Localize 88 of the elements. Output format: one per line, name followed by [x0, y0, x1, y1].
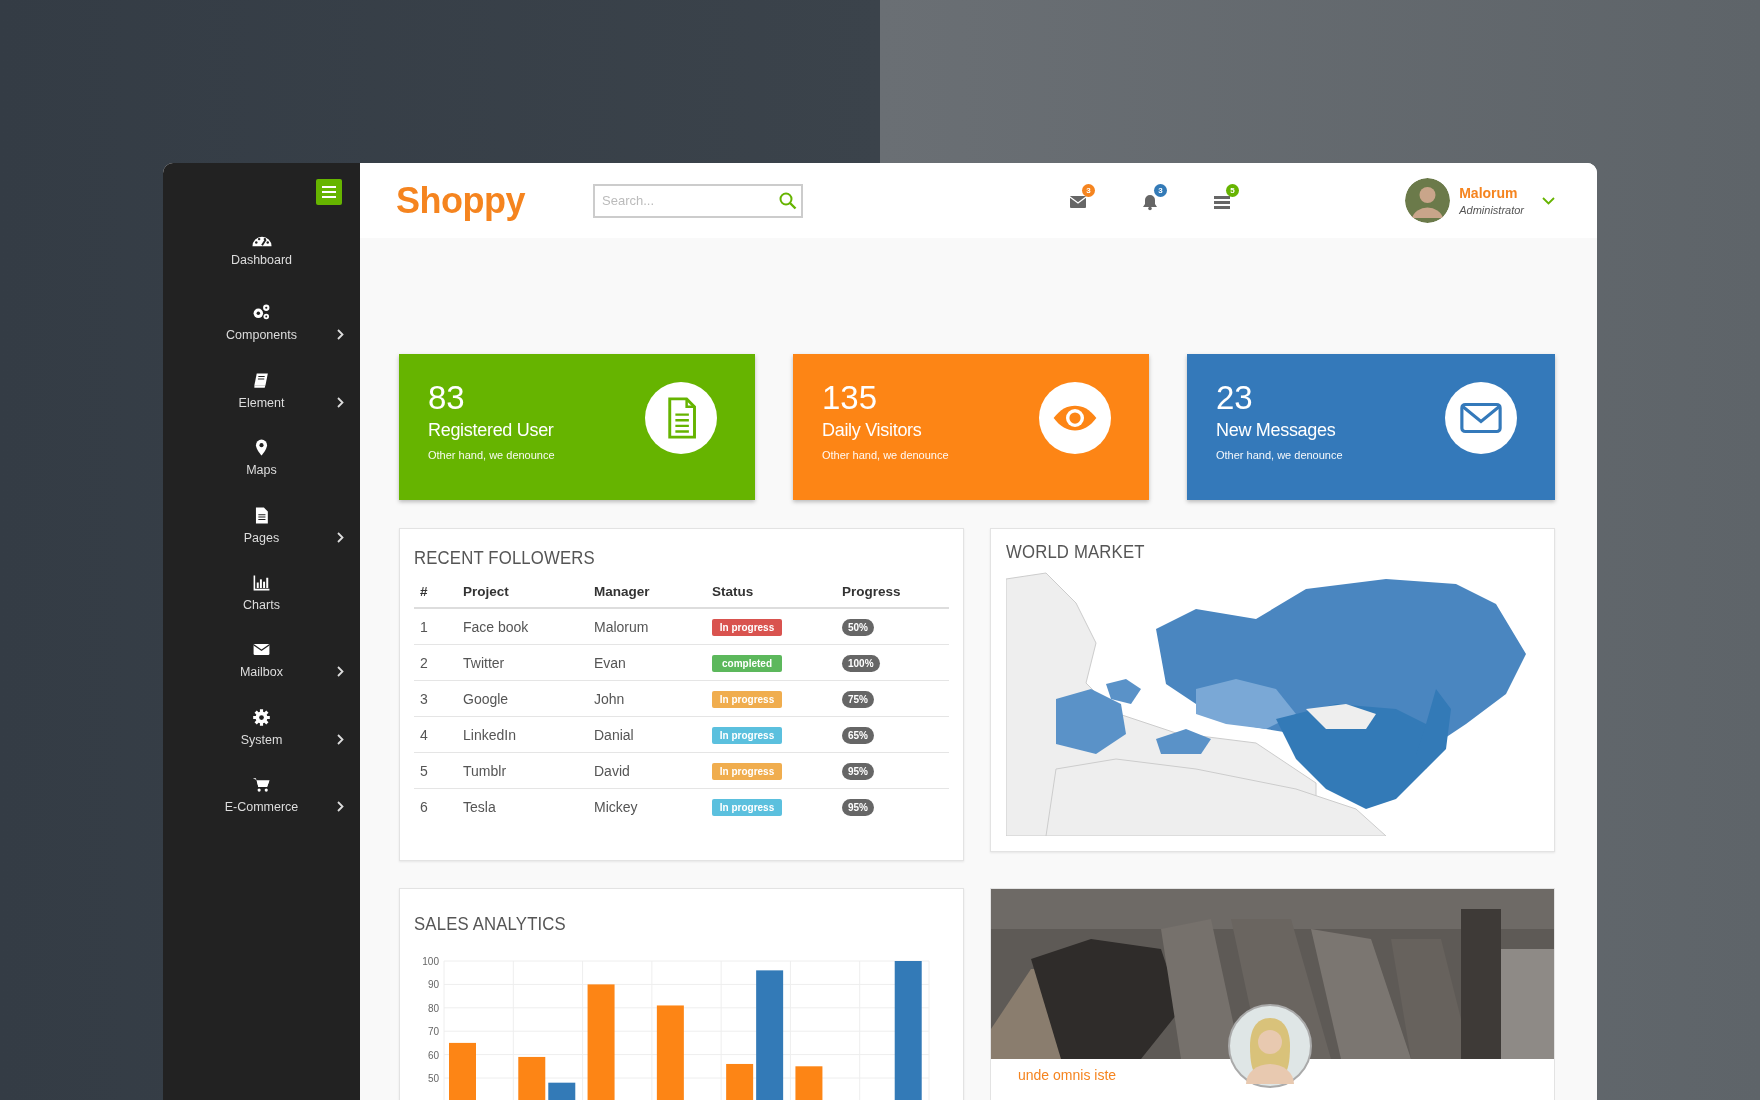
table-cell: Evan [594, 654, 626, 671]
axis-tick-label: 60 [427, 1049, 439, 1061]
list-icon [1213, 193, 1231, 211]
sidebar-item[interactable]: Components [163, 294, 360, 362]
table-cell: 2 [420, 654, 428, 671]
book-icon [252, 370, 271, 390]
user-name: Malorum [1459, 185, 1519, 201]
profile-caption: unde omnis iste [1017, 1066, 1117, 1083]
table-cell: 4 [420, 726, 428, 743]
stat-label: Daily Visitors [822, 420, 923, 441]
progress-badge: 50% [842, 618, 874, 636]
stat-value: 23 [1216, 380, 1254, 416]
menu-icon [322, 186, 336, 198]
dashboard-icon [251, 236, 272, 247]
envelope-icon [1445, 382, 1517, 454]
sidebar-item[interactable]: System [163, 698, 360, 767]
sidebar-item[interactable]: Element [163, 361, 360, 430]
chevron-down-icon [1542, 196, 1555, 205]
column-header: Manager [594, 584, 650, 599]
panel-title: SALES ANALYTICS [414, 913, 566, 935]
search-field[interactable]: Search... [593, 183, 803, 218]
column-header: Status [712, 584, 754, 599]
envelope-icon [1069, 193, 1087, 211]
count-badge: 5 [1226, 184, 1239, 197]
stat-note: Other hand, we denounce [1216, 449, 1343, 461]
axis-tick-label: 50 [427, 1073, 439, 1084]
table-cell: Google [463, 690, 509, 707]
panel-title: RECENT FOLLOWERS [414, 547, 595, 569]
table-cell: Tesla [463, 798, 496, 815]
table-cell: Twitter [463, 654, 505, 671]
axis-tick-label: 90 [427, 979, 439, 991]
bar-chart-icon [252, 572, 271, 592]
table-cell: Tumblr [463, 762, 507, 779]
stat-label: Registered User [428, 420, 555, 441]
table-cell: David [594, 762, 630, 779]
axis-tick-label: 100 [422, 956, 439, 967]
table-cell: 6 [420, 798, 428, 815]
dropdown-button[interactable] [1542, 196, 1555, 205]
table-cell: John [594, 690, 625, 707]
progress-badge: 95% [842, 798, 874, 816]
table-cell: LinkedIn [463, 726, 516, 743]
progress-badge: 95% [842, 762, 874, 780]
axis-tick-label: 80 [427, 1002, 439, 1014]
logo: Shoppy [396, 179, 525, 222]
table-cell: Malorum [594, 618, 649, 635]
column-header: # [420, 584, 428, 599]
settings-icon [252, 707, 271, 727]
user-role: Administrator [1459, 204, 1524, 216]
cart-icon [252, 775, 271, 795]
sidebar-item[interactable]: Charts [163, 563, 360, 632]
table-cell: Face book [463, 618, 529, 635]
count-badge: 3 [1154, 184, 1167, 197]
progress-badge: 100% [842, 654, 880, 672]
count-badge: 3 [1082, 184, 1095, 197]
stat-value: 135 [822, 380, 879, 416]
sidebar-item[interactable]: Dashboard [163, 227, 360, 295]
panel-title: WORLD MARKET [1006, 541, 1145, 563]
column-header: Progress [842, 584, 901, 599]
status-badge: In progress [712, 726, 782, 744]
status-badge: completed [712, 654, 782, 672]
stat-note: Other hand, we denounce [428, 449, 555, 461]
table-cell: Mickey [594, 798, 638, 815]
status-badge: In progress [712, 762, 782, 780]
status-badge: In progress [712, 618, 782, 636]
stat-label: New Messages [1216, 420, 1337, 441]
progress-badge: 65% [842, 726, 874, 744]
status-badge: In progress [712, 690, 782, 708]
notification-button[interactable]: 3 [1141, 184, 1167, 211]
status-badge: In progress [712, 798, 782, 816]
sidebar-item[interactable]: Mailbox [163, 631, 360, 699]
stat-value: 83 [428, 380, 466, 416]
menu-button[interactable] [316, 179, 342, 205]
column-header: Project [463, 584, 509, 599]
sidebar-item[interactable]: Pages [163, 496, 360, 564]
avatar [1405, 178, 1451, 223]
stat-note: Other hand, we denounce [822, 449, 949, 461]
axis-tick-label: 70 [427, 1026, 439, 1038]
sidebar-item[interactable]: Maps [163, 429, 360, 497]
table-cell: 3 [420, 690, 428, 707]
sidebar-item[interactable]: E-Commerce [163, 766, 360, 834]
table-cell: 1 [420, 618, 428, 635]
table-cell: 5 [420, 762, 428, 779]
progress-badge: 75% [842, 690, 874, 708]
eye-icon [1039, 382, 1111, 454]
bell-icon [1141, 193, 1159, 211]
search-icon [779, 191, 797, 210]
table-cell: Danial [594, 726, 634, 743]
document-icon [645, 382, 717, 454]
